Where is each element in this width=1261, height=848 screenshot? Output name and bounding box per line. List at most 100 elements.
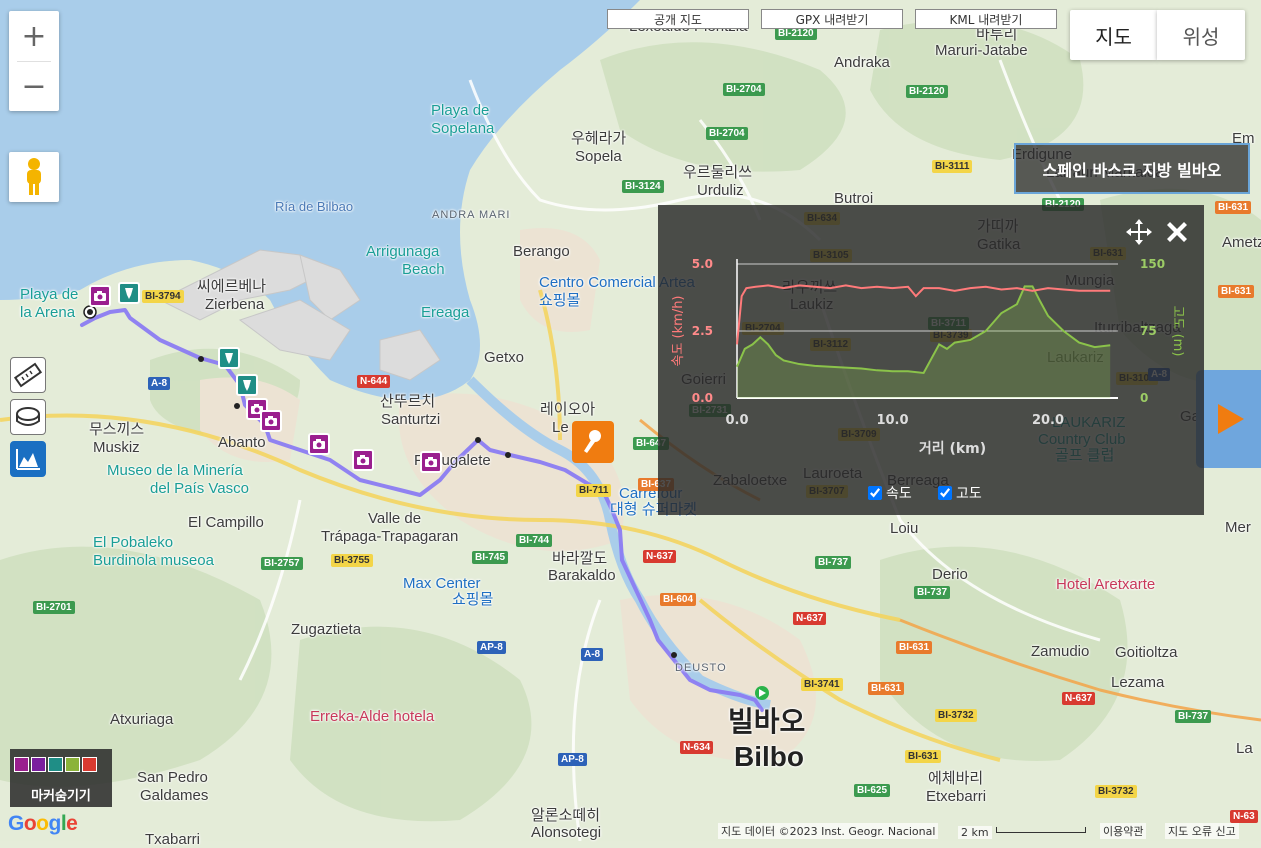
gpx-download-button[interactable]: GPX 내려받기 xyxy=(761,9,903,29)
scale-label: 2 km xyxy=(958,826,992,839)
road-badge: BI-2757 xyxy=(261,557,303,570)
zoom-out-button[interactable]: − xyxy=(9,61,59,111)
road-badge: BI-3124 xyxy=(622,180,664,193)
zoom-control: + − xyxy=(9,11,59,111)
report-error-link[interactable]: 지도 오류 신고 xyxy=(1165,823,1239,839)
road-badge: BI-2120 xyxy=(906,85,948,98)
road-badge: BI-631 xyxy=(1218,285,1255,298)
map-label: 빌바오 xyxy=(728,706,806,737)
map-label: Galdames xyxy=(140,787,209,804)
map-label: Andraka xyxy=(834,54,890,71)
pin-note-icon xyxy=(243,380,251,391)
road-badge: BI-745 xyxy=(472,551,509,564)
terms-link[interactable]: 이용약관 xyxy=(1100,823,1147,839)
photo-marker[interactable] xyxy=(420,451,442,473)
video-type-icon xyxy=(31,757,46,772)
expand-side-panel-button[interactable] xyxy=(1196,370,1261,468)
map-label: Beach xyxy=(402,261,445,278)
road-badge: A-8 xyxy=(148,377,171,390)
map-label: Bilbo xyxy=(734,741,804,772)
note-marker[interactable] xyxy=(218,347,240,369)
road-badge: BI-737 xyxy=(815,556,852,569)
public-map-button[interactable]: 공개 지도 xyxy=(607,9,749,29)
arrow-right-icon xyxy=(1217,404,1244,434)
road-badge: BI-3732 xyxy=(1095,785,1137,798)
x-tick-label: 20.0 xyxy=(1032,413,1064,428)
road-badge: BI-744 xyxy=(516,534,553,547)
y-left-tick-label: 2.5 xyxy=(692,324,713,338)
map-label: Lezama xyxy=(1111,674,1165,691)
map-label: La xyxy=(1236,740,1253,757)
road-badge: BI-3741 xyxy=(801,678,843,691)
map-label: Urduliz xyxy=(697,182,744,199)
map-label: 쇼핑몰 xyxy=(452,591,494,608)
move-arrows-icon xyxy=(1126,219,1152,245)
speed-legend-text: 속도 xyxy=(886,486,912,502)
tape-measure-button[interactable] xyxy=(10,399,46,435)
pin-note-icon xyxy=(225,353,233,364)
road-badge: BI-631 xyxy=(1215,201,1252,214)
zoom-in-button[interactable]: + xyxy=(9,11,59,61)
speed-checkbox[interactable] xyxy=(868,486,882,500)
google-logo: Google xyxy=(8,812,78,835)
note-marker[interactable] xyxy=(118,282,140,304)
road-badge: BI-737 xyxy=(1175,710,1212,723)
photo-marker[interactable] xyxy=(352,449,374,471)
map-label: Max Center xyxy=(403,575,481,592)
flag-type-icon xyxy=(82,757,97,772)
y-left-tick-label: 5.0 xyxy=(692,257,713,271)
photo-marker[interactable] xyxy=(260,410,282,432)
map-label: la Arena xyxy=(20,304,76,321)
map-label: Ría de Bilbao xyxy=(275,199,354,214)
road-badge: N-637 xyxy=(1062,692,1096,705)
camera-icon xyxy=(425,457,437,467)
move-panel-button[interactable] xyxy=(1124,217,1154,247)
close-chart-button[interactable] xyxy=(1162,217,1192,247)
current-position-marker[interactable] xyxy=(572,421,614,463)
map-label: Playa de xyxy=(20,286,79,303)
map-label: Etxebarri xyxy=(926,788,987,805)
map-label: 레이오아 xyxy=(540,401,596,418)
note-marker[interactable] xyxy=(236,374,258,396)
memo-type-icon xyxy=(65,757,80,772)
pin-note-icon xyxy=(125,288,133,299)
map-label: Sopelana xyxy=(431,120,495,137)
map-type-satellite-button[interactable]: 위성 xyxy=(1157,10,1245,60)
road-badge: N-63 xyxy=(1230,810,1258,823)
ruler-tool-button[interactable] xyxy=(10,357,46,393)
map-label: El Pobaleko xyxy=(93,534,174,551)
map-label: Le xyxy=(552,419,569,436)
map-label: 씨에르베나 xyxy=(197,278,267,295)
close-icon xyxy=(1167,222,1187,242)
speed-checkbox-label[interactable]: 속도 xyxy=(868,483,912,503)
elevation-checkbox[interactable] xyxy=(938,486,952,500)
road-badge: BI-2701 xyxy=(33,601,75,614)
kml-download-button[interactable]: KML 내려받기 xyxy=(915,9,1057,29)
tape-measure-icon xyxy=(16,407,40,426)
y-left-tick-label: 0.0 xyxy=(692,391,713,405)
camera-icon xyxy=(313,439,325,449)
y-right-tick-label: 75 xyxy=(1140,324,1157,338)
road-badge: BI-604 xyxy=(660,593,697,606)
photo-type-icon xyxy=(14,757,29,772)
map-label: Loiu xyxy=(890,520,919,537)
hide-markers-panel[interactable]: 마커숨기기 xyxy=(10,749,112,807)
hide-markers-label: 마커숨기기 xyxy=(31,789,91,804)
map-label: 쇼핑몰 xyxy=(539,292,581,309)
elevation-speed-chart-panel: 5.0 2.5 0.0 150 75 0 0.0 10.0 20.0 거리 (km) 속도 (km/… xyxy=(658,205,1204,515)
photo-marker[interactable] xyxy=(308,433,330,455)
map-label: Derio xyxy=(932,566,968,583)
photo-marker[interactable] xyxy=(89,285,111,307)
map-label: Atxuriaga xyxy=(110,711,174,728)
map-label: 산뚜르치 xyxy=(380,393,436,410)
road-badge: BI-631 xyxy=(896,641,933,654)
map-label: Ereaga xyxy=(421,304,470,321)
road-badge: BI-711 xyxy=(576,484,612,497)
map-type-map-button[interactable]: 지도 xyxy=(1070,10,1157,60)
elevation-chart-toggle[interactable] xyxy=(10,441,46,477)
map-label: del País Vasco xyxy=(150,480,249,497)
elevation-checkbox-label[interactable]: 고도 xyxy=(938,483,982,503)
map-label: Valle de xyxy=(368,510,422,527)
street-view-button[interactable] xyxy=(9,152,59,202)
map-label: DEUSTO xyxy=(675,662,727,674)
